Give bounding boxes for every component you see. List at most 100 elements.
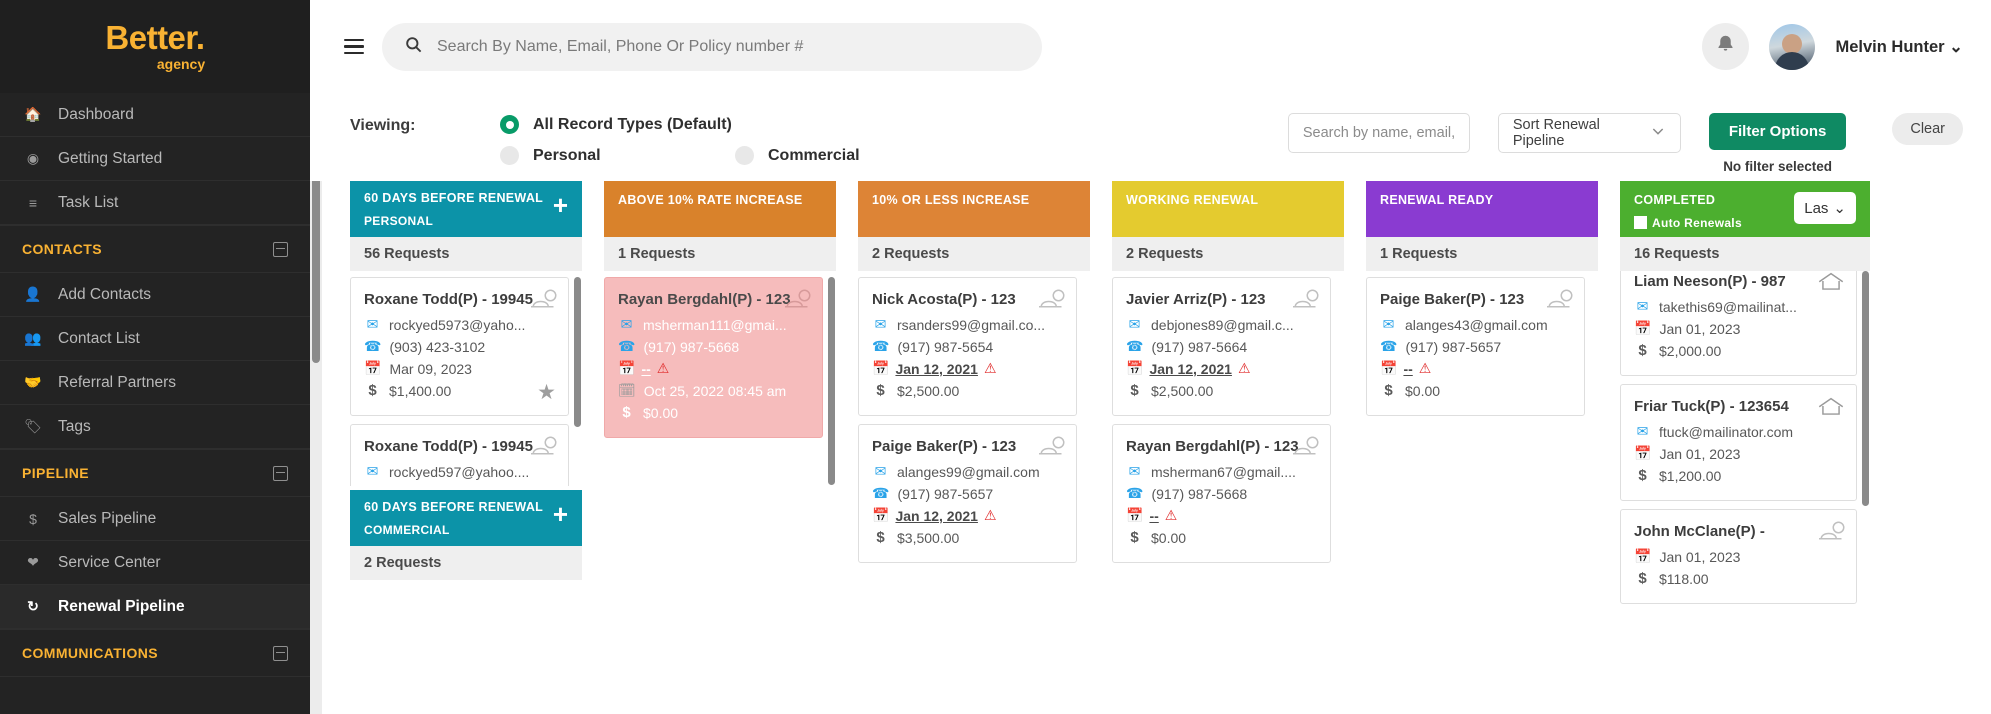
list-item[interactable]: Roxane Todd(P) - 19945 ✉ rockyed597@yahoo… (350, 424, 569, 486)
avatar[interactable] (1769, 23, 1816, 70)
add-card-button[interactable]: + (553, 501, 568, 527)
sidebar-item-label: Service Center (58, 553, 161, 571)
list-item[interactable]: Nick Acosta(P) - 123 ✉ rsanders99@gmail.c… (858, 277, 1077, 416)
sidebar-item-dashboard[interactable]: 🏠 Dashboard (0, 93, 310, 137)
auto-policy-icon (1290, 435, 1320, 459)
radio-personal[interactable]: Personal (500, 146, 735, 165)
list-item[interactable]: Liam Neeson(P) - 987 ✉ takethis69@mailina… (1620, 271, 1857, 376)
brand-tagline: agency (156, 56, 206, 72)
home-icon: 🏠 (24, 106, 42, 122)
column-cards[interactable]: Nick Acosta(P) - 123 ✉ rsanders99@gmail.c… (858, 271, 1090, 714)
list-item[interactable]: Paige Baker(P) - 123 ✉ alanges99@gmail.co… (858, 424, 1077, 563)
column-cards[interactable]: Javier Arriz(P) - 123 ✉ debjones89@gmail.… (1112, 271, 1344, 714)
section-title: PIPELINE (22, 465, 89, 481)
column-scrollbar[interactable] (828, 277, 835, 485)
filter-options-button[interactable]: Filter Options (1708, 113, 1847, 150)
list-item[interactable]: Paige Baker(P) - 123 ✉ alanges43@gmail.co… (1366, 277, 1585, 416)
sidebar-section-contacts[interactable]: CONTACTS (0, 225, 310, 273)
sidebar-section-communications[interactable]: COMMUNICATIONS (0, 629, 310, 677)
email-icon: ✉ (874, 463, 887, 479)
list-item[interactable]: Roxane Todd(P) - 19945 ✉ rockyed5973@yaho… (350, 277, 569, 416)
sidebar-item-task-list[interactable]: ≡ Task List (0, 181, 310, 225)
dollar-icon: $ (876, 529, 885, 546)
list-item[interactable]: John McClane(P) - 📅 Jan 01, 2023 $ $118.00 (1620, 509, 1857, 604)
sidebar-item-label: Contact List (58, 329, 140, 347)
column-scrollbar[interactable] (574, 277, 581, 427)
calendar-icon: 📅 (1634, 548, 1652, 564)
add-card-button[interactable]: + (553, 192, 568, 218)
column-scrollbar[interactable] (1862, 271, 1869, 506)
dollar-icon: $ (1638, 342, 1647, 359)
tag-icon: 🏷 (24, 418, 42, 434)
radio-commercial[interactable]: Commercial (735, 146, 860, 165)
star-icon[interactable]: ★ (537, 380, 556, 405)
auto-policy-icon (1036, 435, 1066, 459)
collapse-icon[interactable] (273, 241, 288, 257)
calendar-icon: 📅 (1126, 360, 1144, 376)
sidebar-item-sales-pipeline[interactable]: $ Sales Pipeline (0, 497, 310, 541)
sidebar-item-tags[interactable]: 🏷 Tags (0, 405, 310, 449)
play-circle-icon: ◉ (26, 150, 40, 166)
search-input[interactable] (437, 37, 1020, 56)
email-icon: ✉ (1636, 298, 1649, 314)
clear-button[interactable]: Clear (1892, 113, 1963, 145)
calendar-icon: 📅 (1634, 445, 1652, 461)
radio-indicator[interactable] (735, 146, 754, 165)
auto-policy-icon (1816, 520, 1846, 544)
sidebar-item-contact-list[interactable]: 👥 Contact List (0, 317, 310, 361)
radio-all-record-types[interactable]: All Record Types (Default) (500, 115, 735, 134)
dollar-icon: $ (29, 510, 37, 527)
chevron-down-icon (1650, 123, 1666, 143)
sort-dropdown-label: Sort Renewal Pipeline (1512, 117, 1600, 149)
sidebar-item-renewal-pipeline[interactable]: ↻ Renewal Pipeline (0, 585, 310, 629)
column-cards[interactable]: Liam Neeson(P) - 987 ✉ takethis69@mailina… (1620, 271, 1870, 714)
section-title: CONTACTS (22, 241, 102, 257)
brand-logo[interactable]: Better. agency (0, 0, 310, 93)
list-item[interactable]: Friar Tuck(P) - 123654 ✉ ftuck@mailinator… (1620, 384, 1857, 501)
list-item[interactable]: Rayan Bergdahl(P) - 123 ✉ msherman111@gma… (604, 277, 823, 438)
chevron-down-icon: ⌄ (1833, 200, 1846, 217)
home-policy-icon (1816, 271, 1846, 294)
phone-icon: ☎ (872, 338, 890, 354)
calendar-icon: 📅 (1126, 507, 1144, 523)
column-count: 2 Requests (858, 237, 1090, 271)
sidebar-item-label: Task List (58, 193, 119, 211)
board-column-10-or-less-increase: 10% OR LESS INCREASE 2 Requests Nick Aco… (858, 181, 1090, 714)
phone-icon: ☎ (364, 338, 382, 354)
column-cards[interactable]: Paige Baker(P) - 123 ✉ alanges43@gmail.co… (1366, 271, 1598, 714)
column-cards[interactable]: Rayan Bergdahl(P) - 123 ✉ msherman111@gma… (604, 271, 836, 714)
column-count: 1 Requests (604, 237, 836, 271)
list-item[interactable]: Javier Arriz(P) - 123 ✉ debjones89@gmail.… (1112, 277, 1331, 416)
radio-indicator[interactable] (500, 115, 519, 134)
pipeline-search-input[interactable] (1302, 125, 1455, 141)
collapse-icon[interactable] (273, 465, 288, 481)
column-header: ABOVE 10% RATE INCREASE (604, 181, 836, 237)
checkbox-box[interactable] (1634, 216, 1647, 230)
sidebar-item-add-contacts[interactable]: 👤 Add Contacts (0, 273, 310, 317)
hamburger-icon[interactable] (338, 38, 364, 55)
sidebar-item-getting-started[interactable]: ◉ Getting Started (0, 137, 310, 181)
auto-policy-icon (1290, 288, 1320, 312)
global-search[interactable] (382, 22, 1042, 71)
radio-indicator[interactable] (500, 146, 519, 165)
pipeline-search[interactable] (1287, 113, 1470, 153)
email-icon: ✉ (1128, 316, 1141, 332)
sidebar-item-referral-partners[interactable]: 🤝 Referral Partners (0, 361, 310, 405)
column-cards[interactable]: Roxane Todd(P) - 19945 ✉ rockyed5973@yaho… (350, 271, 582, 486)
sort-dropdown[interactable]: Sort Renewal Pipeline (1497, 113, 1681, 153)
sidebar-item-label: Renewal Pipeline (58, 597, 185, 615)
sidebar-section-pipeline[interactable]: PIPELINE (0, 449, 310, 497)
auto-renewals-checkbox[interactable]: Auto Renewals (1634, 216, 1742, 230)
page-scrollbar[interactable] (310, 93, 322, 714)
column-count: 16 Requests (1620, 237, 1870, 271)
user-menu[interactable]: Melvin Hunter ⌄ (1835, 37, 1963, 57)
list-item[interactable]: Rayan Bergdahl(P) - 123 ✉ msherman67@gmai… (1112, 424, 1331, 563)
phone-icon: ☎ (1126, 485, 1144, 501)
phone-icon: ☎ (1126, 338, 1144, 354)
sidebar-item-service-center[interactable]: ❤ Service Center (0, 541, 310, 585)
notifications-button[interactable] (1702, 23, 1750, 70)
viewing-label: Viewing: (350, 117, 416, 134)
collapse-icon[interactable] (273, 645, 288, 661)
phone-icon: ☎ (1380, 338, 1398, 354)
completed-range-dropdown[interactable]: Las ⌄ (1794, 192, 1856, 224)
